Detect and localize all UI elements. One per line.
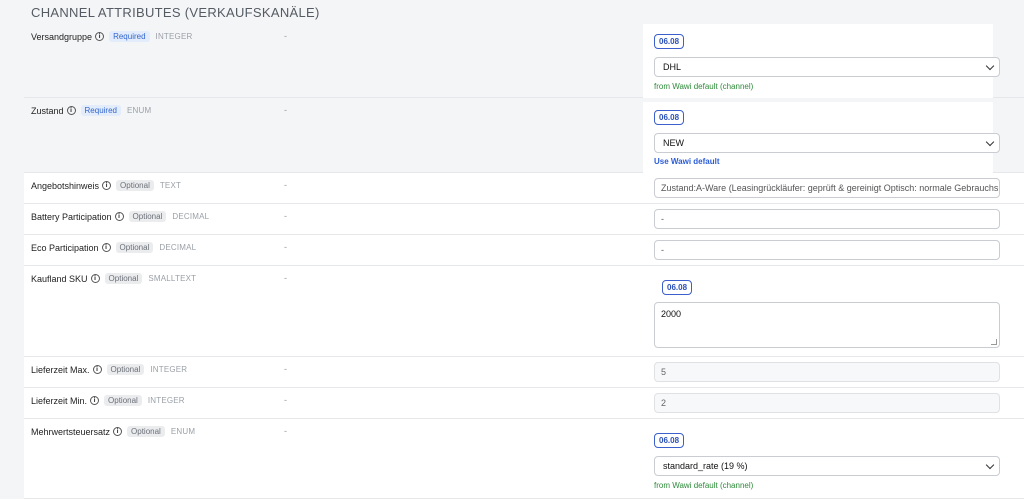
default-value: - bbox=[284, 31, 287, 41]
type-label: SMALLTEXT bbox=[148, 274, 197, 283]
battery-participation-input[interactable]: - bbox=[654, 209, 1000, 229]
attribute-label: Zustand bbox=[31, 105, 64, 116]
attribute-row-lieferzeit-max: Lieferzeit Max. i Optional INTEGER - 5 bbox=[24, 357, 1024, 388]
version-chip[interactable]: 06.08 bbox=[662, 280, 693, 295]
type-label: DECIMAL bbox=[159, 243, 197, 252]
attribute-row-kaufland-sku: Kaufland SKU i Optional SMALLTEXT - 06.0… bbox=[24, 266, 1024, 357]
chevron-down-icon bbox=[985, 61, 995, 71]
attribute-label: Lieferzeit Max. bbox=[31, 364, 90, 375]
optional-badge: Optional bbox=[116, 180, 154, 191]
attribute-label: Lieferzeit Min. bbox=[31, 395, 88, 406]
optional-badge: Optional bbox=[106, 364, 145, 375]
info-circle-icon[interactable]: i bbox=[95, 32, 105, 41]
required-badge: Required bbox=[80, 105, 121, 116]
attribute-label: Angebotshinweis bbox=[31, 180, 100, 191]
type-label: ENUM bbox=[170, 427, 196, 436]
default-value: - bbox=[284, 242, 287, 252]
attribute-row-angebotshinweis: Angebotshinweis i Optional TEXT - Zustan… bbox=[24, 173, 1024, 204]
attribute-row-versandgruppe: Versandgruppe i Required INTEGER - 06.08… bbox=[24, 24, 1024, 98]
field-container: 06.08 DHL from Wawi default (channel) bbox=[643, 24, 1000, 98]
channel-attributes-panel: CHANNEL ATTRIBUTES (VERKAUFSKANÄLE) Vers… bbox=[10, 0, 1024, 499]
attribute-row-zustand: Zustand i Required ENUM - 06.08 NEW Use … bbox=[24, 98, 1024, 173]
chevron-down-icon bbox=[985, 460, 995, 470]
info-circle-icon[interactable]: i bbox=[113, 427, 123, 436]
chevron-down-icon bbox=[985, 137, 995, 147]
default-value: - bbox=[284, 105, 287, 115]
default-value: - bbox=[284, 364, 287, 374]
info-circle-icon[interactable]: i bbox=[66, 106, 76, 115]
type-label: INTEGER bbox=[155, 32, 193, 41]
attribute-label: Versandgruppe bbox=[31, 31, 93, 42]
attribute-label: Battery Participation bbox=[31, 211, 112, 222]
type-label: DECIMAL bbox=[172, 212, 210, 221]
version-chip[interactable]: 06.08 bbox=[654, 110, 685, 125]
mehrwertsteuersatz-select[interactable]: standard_rate (19 %) bbox=[654, 456, 1000, 476]
default-value: - bbox=[284, 180, 287, 190]
attribute-label: Eco Participation bbox=[31, 242, 99, 253]
lieferzeit-max-input[interactable]: 5 bbox=[654, 362, 1000, 382]
optional-badge: Optional bbox=[127, 426, 165, 437]
resize-handle-icon[interactable] bbox=[991, 339, 997, 345]
lieferzeit-min-input[interactable]: 2 bbox=[654, 393, 1000, 413]
default-value: - bbox=[284, 273, 287, 283]
type-label: TEXT bbox=[159, 181, 182, 190]
field-container: 06.08 NEW Use Wawi default bbox=[643, 102, 1000, 173]
version-chip[interactable]: 06.08 bbox=[654, 34, 685, 49]
default-value: - bbox=[284, 395, 287, 405]
version-chip[interactable]: 06.08 bbox=[654, 433, 685, 448]
eco-participation-input[interactable]: - bbox=[654, 240, 1000, 260]
attribute-label: Mehrwertsteuersatz bbox=[31, 426, 111, 437]
optional-badge: Optional bbox=[128, 211, 167, 222]
required-badge: Required bbox=[109, 31, 150, 42]
type-label: INTEGER bbox=[147, 396, 185, 405]
section-title: CHANNEL ATTRIBUTES (VERKAUFSKANÄLE) bbox=[31, 5, 320, 20]
use-wawi-default-link[interactable]: Use Wawi default bbox=[654, 157, 720, 166]
field-container: 06.08 standard_rate (19 %) from Wawi def… bbox=[643, 423, 1000, 495]
optional-badge: Optional bbox=[104, 273, 143, 284]
type-label: INTEGER bbox=[150, 365, 188, 374]
info-circle-icon[interactable]: i bbox=[90, 396, 100, 405]
angebotshinweis-input[interactable]: Zustand:A-Ware (Leasingrückläufer: geprü… bbox=[654, 178, 1000, 198]
info-circle-icon[interactable]: i bbox=[101, 243, 111, 252]
attribute-row-battery-participation: Battery Participation i Optional DECIMAL… bbox=[24, 204, 1024, 235]
attribute-row-lieferzeit-min: Lieferzeit Min. i Optional INTEGER - 2 bbox=[24, 388, 1024, 419]
source-note: from Wawi default (channel) bbox=[654, 82, 754, 91]
optional-badge: Optional bbox=[115, 242, 154, 253]
default-value: - bbox=[284, 426, 287, 436]
info-circle-icon[interactable]: i bbox=[102, 181, 112, 190]
source-note: from Wawi default (channel) bbox=[654, 481, 754, 490]
info-circle-icon[interactable]: i bbox=[90, 274, 100, 283]
versandgruppe-select[interactable]: DHL bbox=[654, 57, 1000, 77]
kaufland-sku-textarea[interactable]: 2000 bbox=[654, 302, 1000, 348]
attribute-row-eco-participation: Eco Participation i Optional DECIMAL - - bbox=[24, 235, 1024, 266]
info-circle-icon[interactable]: i bbox=[92, 365, 102, 374]
optional-badge: Optional bbox=[104, 395, 142, 406]
zustand-select[interactable]: NEW bbox=[654, 133, 1000, 153]
attribute-row-mehrwertsteuersatz: Mehrwertsteuersatz i Optional ENUM - 06.… bbox=[24, 419, 1024, 499]
attribute-label: Kaufland SKU bbox=[31, 273, 88, 284]
default-value: - bbox=[284, 211, 287, 221]
type-label: ENUM bbox=[127, 106, 152, 115]
info-circle-icon[interactable]: i bbox=[114, 212, 124, 221]
